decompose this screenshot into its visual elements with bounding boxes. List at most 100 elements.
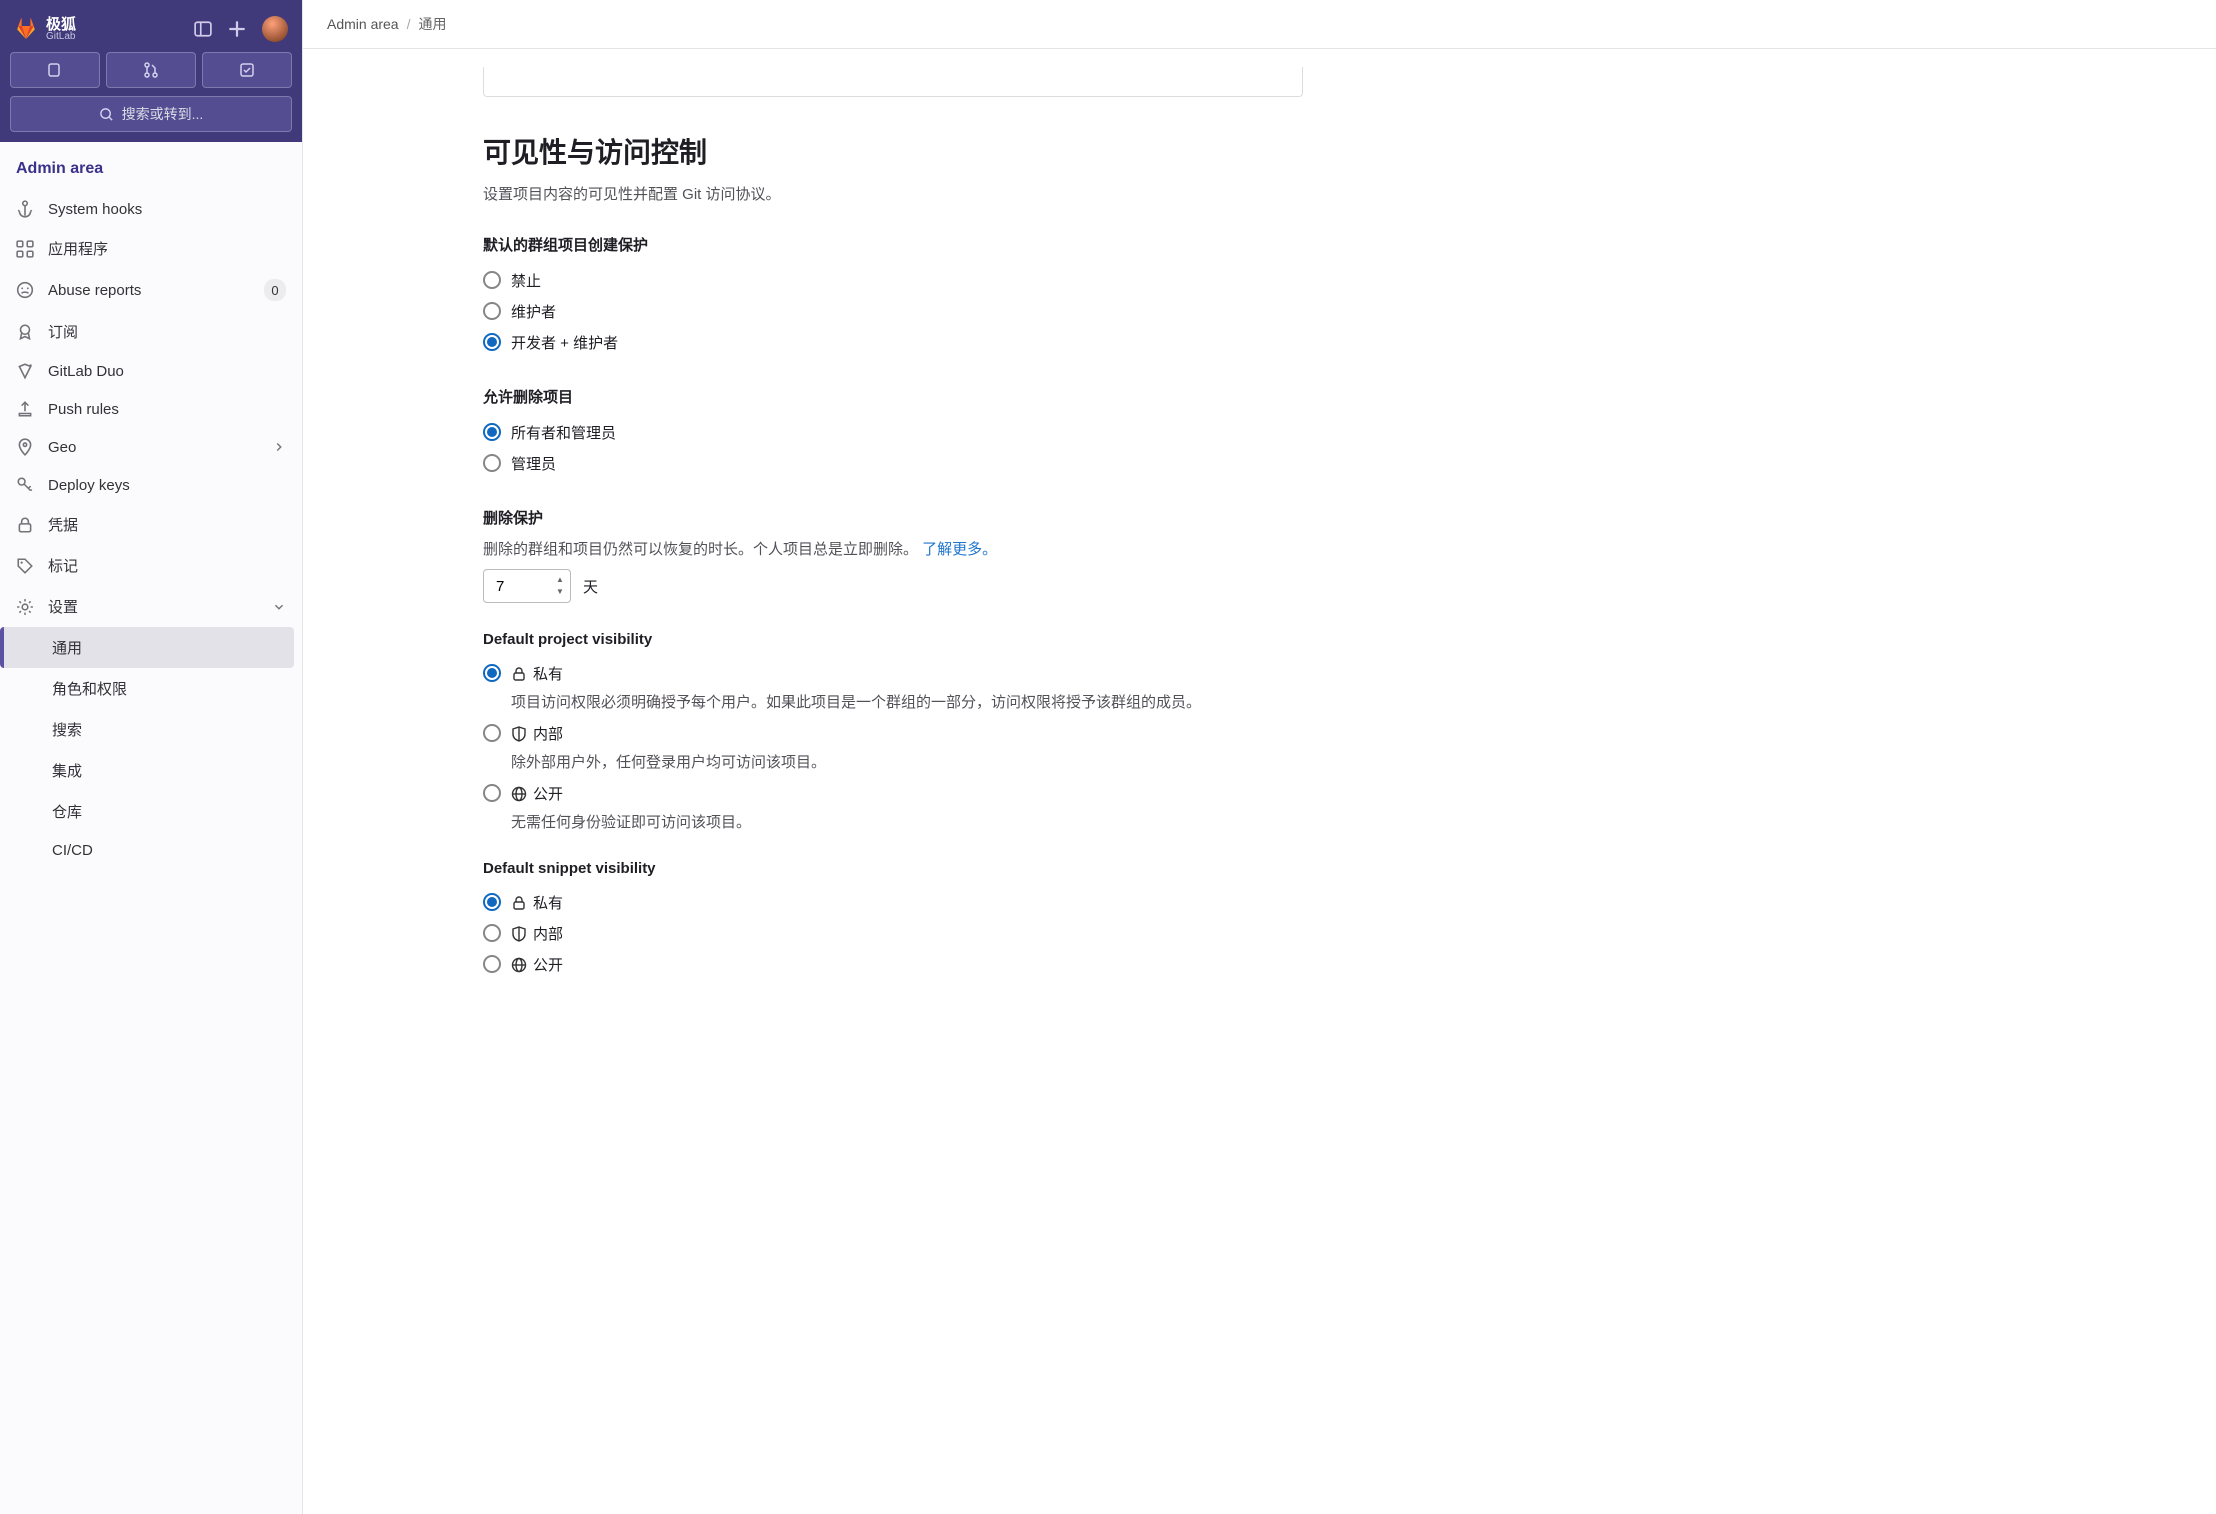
radio-input[interactable] bbox=[483, 724, 501, 742]
globe-icon bbox=[511, 786, 527, 802]
nav-settings[interactable]: 设置 bbox=[0, 586, 302, 627]
radio-maintainer[interactable]: 维护者 bbox=[483, 296, 1303, 327]
radio-input[interactable] bbox=[483, 893, 501, 911]
radio-input[interactable] bbox=[483, 955, 501, 973]
nav-settings-submenu: 通用 角色和权限 搜索 集成 仓库 CI/CD bbox=[0, 627, 302, 869]
radio-internal[interactable]: 内部 bbox=[483, 718, 1303, 749]
subnav-roles[interactable]: 角色和权限 bbox=[4, 668, 302, 709]
radio-input[interactable] bbox=[483, 664, 501, 682]
radio-input[interactable] bbox=[483, 784, 501, 802]
radio-label: 维护者 bbox=[511, 301, 556, 322]
sidebar-toggle-icon[interactable] bbox=[194, 20, 212, 38]
subnav-general[interactable]: 通用 bbox=[0, 627, 294, 668]
radio-label-text: 内部 bbox=[533, 923, 563, 944]
user-avatar[interactable] bbox=[262, 16, 288, 42]
nav-label: 凭据 bbox=[48, 514, 78, 535]
radio-input[interactable] bbox=[483, 924, 501, 942]
breadcrumb-admin[interactable]: Admin area bbox=[327, 16, 399, 32]
field-label: Default project visibility bbox=[483, 631, 1303, 648]
radio-description: 除外部用户外，任何登录用户均可访问该项目。 bbox=[511, 751, 1303, 772]
search-icon bbox=[99, 107, 114, 122]
radio-label: 开发者 + 维护者 bbox=[511, 332, 618, 353]
spin-up-icon[interactable]: ▲ bbox=[553, 573, 567, 585]
issues-button[interactable] bbox=[10, 52, 100, 88]
nav-system-hooks[interactable]: System hooks bbox=[0, 190, 302, 228]
key-icon bbox=[16, 476, 34, 494]
subnav-repository[interactable]: 仓库 bbox=[4, 791, 302, 832]
radio-public[interactable]: 公开 bbox=[483, 778, 1303, 809]
radio-input[interactable] bbox=[483, 423, 501, 441]
nav-label: 标记 bbox=[48, 555, 78, 576]
nav-subscription[interactable]: 订阅 bbox=[0, 311, 302, 352]
push-icon bbox=[16, 400, 34, 418]
nav-label: Abuse reports bbox=[48, 282, 141, 299]
radio-input[interactable] bbox=[483, 454, 501, 472]
radio-label: 所有者和管理员 bbox=[511, 422, 616, 443]
radio-label-text: 公开 bbox=[533, 954, 563, 975]
todos-button[interactable] bbox=[202, 52, 292, 88]
lock-icon bbox=[511, 666, 527, 682]
radio-description: 项目访问权限必须明确授予每个用户。如果此项目是一个群组的一部分，访问权限将授予该… bbox=[511, 691, 1303, 712]
radio-admin[interactable]: 管理员 bbox=[483, 448, 1303, 479]
breadcrumb-current: 通用 bbox=[418, 14, 446, 34]
field-description: 删除的群组和项目仍然可以恢复的时长。个人项目总是立即删除。 了解更多。 bbox=[483, 538, 1303, 559]
radio-private[interactable]: 私有 bbox=[483, 658, 1303, 689]
todo-icon bbox=[239, 62, 255, 78]
nav-deploy-keys[interactable]: Deploy keys bbox=[0, 466, 302, 504]
merge-requests-button[interactable] bbox=[106, 52, 196, 88]
subnav-integrations[interactable]: 集成 bbox=[4, 750, 302, 791]
nav-label: Push rules bbox=[48, 401, 119, 418]
field-label: 删除保护 bbox=[483, 507, 1303, 528]
field-label: 默认的群组项目创建保护 bbox=[483, 234, 1303, 255]
radio-input[interactable] bbox=[483, 333, 501, 351]
search-button[interactable]: 搜索或转到... bbox=[10, 96, 292, 132]
brand-logo[interactable]: 极狐 GitLab bbox=[14, 17, 76, 42]
subnav-search[interactable]: 搜索 bbox=[4, 709, 302, 750]
radio-label: 禁止 bbox=[511, 270, 541, 291]
breadcrumb-separator: / bbox=[407, 16, 411, 32]
spin-down-icon[interactable]: ▼ bbox=[553, 585, 567, 597]
tag-icon bbox=[16, 557, 34, 575]
nav-gitlab-duo[interactable]: GitLab Duo bbox=[0, 352, 302, 390]
radio-forbid[interactable]: 禁止 bbox=[483, 265, 1303, 296]
sidebar: 极狐 GitLab bbox=[0, 0, 303, 1514]
nav-label: System hooks bbox=[48, 201, 142, 218]
nav-credentials[interactable]: 凭据 bbox=[0, 504, 302, 545]
brand-name-en: GitLab bbox=[46, 32, 76, 42]
field-label: 允许删除项目 bbox=[483, 386, 1303, 407]
merge-icon bbox=[143, 62, 159, 78]
subnav-cicd[interactable]: CI/CD bbox=[4, 832, 302, 869]
nav-labels[interactable]: 标记 bbox=[0, 545, 302, 586]
lock-icon bbox=[511, 895, 527, 911]
number-spinner[interactable]: ▲ ▼ bbox=[553, 573, 567, 597]
nav-push-rules[interactable]: Push rules bbox=[0, 390, 302, 428]
radio-label: 管理员 bbox=[511, 453, 556, 474]
grid-icon bbox=[16, 240, 34, 258]
award-icon bbox=[16, 323, 34, 341]
radio-input[interactable] bbox=[483, 271, 501, 289]
sad-face-icon bbox=[16, 281, 34, 299]
radio-owner-admin[interactable]: 所有者和管理员 bbox=[483, 417, 1303, 448]
nav-abuse-reports[interactable]: Abuse reports 0 bbox=[0, 269, 302, 311]
nav-applications[interactable]: 应用程序 bbox=[0, 228, 302, 269]
gitlab-icon bbox=[14, 17, 38, 41]
collapsed-panel bbox=[483, 67, 1303, 97]
shield-icon bbox=[511, 726, 527, 742]
radio-snippet-public[interactable]: 公开 bbox=[483, 949, 1303, 980]
radio-dev-maintainer[interactable]: 开发者 + 维护者 bbox=[483, 327, 1303, 358]
radio-input[interactable] bbox=[483, 302, 501, 320]
nav-geo[interactable]: Geo bbox=[0, 428, 302, 466]
group-delete-protection: 删除保护 删除的群组和项目仍然可以恢复的时长。个人项目总是立即删除。 了解更多。… bbox=[483, 507, 1303, 603]
radio-snippet-internal[interactable]: 内部 bbox=[483, 918, 1303, 949]
chevron-down-icon bbox=[272, 600, 286, 614]
learn-more-link[interactable]: 了解更多。 bbox=[922, 541, 997, 558]
duo-icon bbox=[16, 362, 34, 380]
radio-label-text: 内部 bbox=[533, 723, 563, 744]
plus-icon[interactable] bbox=[228, 20, 246, 38]
section-title: 可见性与访问控制 bbox=[483, 131, 1303, 171]
group-snippet-visibility: Default snippet visibility 私有 内部 bbox=[483, 860, 1303, 980]
nav-label: 应用程序 bbox=[48, 238, 108, 259]
radio-snippet-private[interactable]: 私有 bbox=[483, 887, 1303, 918]
radio-label-text: 私有 bbox=[533, 663, 563, 684]
shield-icon bbox=[511, 926, 527, 942]
